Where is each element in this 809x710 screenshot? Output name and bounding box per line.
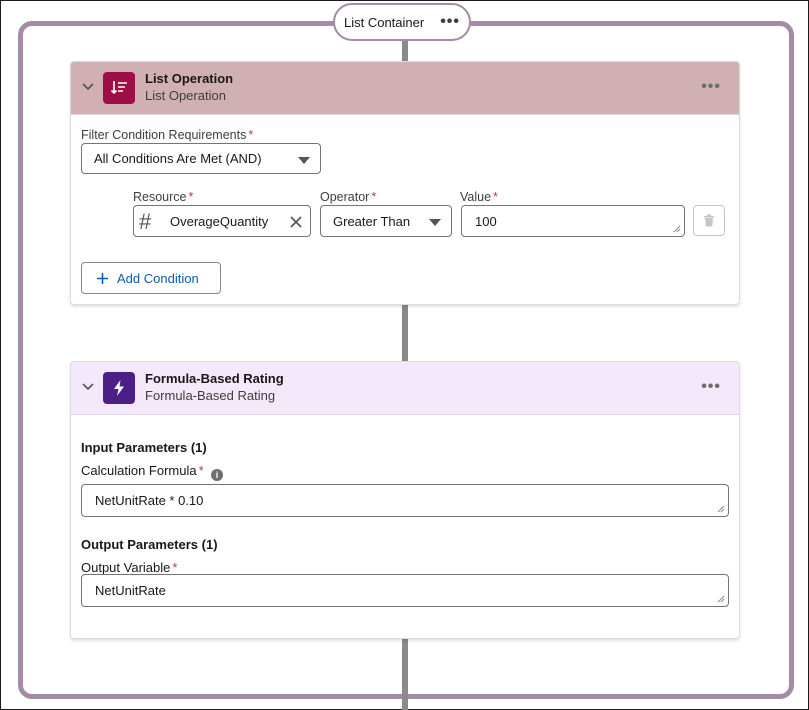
chevron-down-icon[interactable] (81, 79, 95, 93)
output-parameters-heading: Output Parameters (1) (81, 537, 218, 552)
value-input[interactable]: 100 (461, 205, 685, 237)
calculation-formula-value: NetUnitRate * 0.10 (95, 493, 204, 508)
connector-top (402, 40, 408, 62)
chevron-down-icon[interactable] (81, 379, 95, 393)
list-operation-subtitle: List Operation (145, 88, 226, 103)
filter-requirements-label-text: Filter Condition Requirements (81, 128, 247, 142)
plus-icon (97, 272, 108, 284)
trash-icon (704, 214, 714, 227)
list-container-pill[interactable]: List Container ••• (333, 3, 471, 41)
required-mark: * (371, 190, 377, 204)
operator-value: Greater Than (333, 213, 411, 229)
resource-label-text: Resource (133, 190, 187, 204)
formula-rating-menu-icon[interactable]: ••• (701, 378, 721, 396)
operator-select[interactable]: Greater Than (320, 205, 452, 237)
calculation-formula-label: Calculation Formula * (81, 463, 204, 478)
resize-grip-icon[interactable] (673, 225, 681, 233)
value-label-text: Value (460, 190, 492, 204)
calculation-formula-input[interactable]: NetUnitRate * 0.10 (81, 484, 729, 517)
required-mark: * (172, 560, 178, 575)
list-operation-header[interactable]: List Operation List Operation ••• (71, 62, 739, 115)
formula-rating-icon (103, 372, 135, 404)
number-type-icon: # (139, 209, 152, 234)
required-mark: * (188, 190, 194, 204)
filter-requirements-value: All Conditions Are Met (AND) (94, 151, 262, 166)
filter-list-icon (110, 81, 127, 95)
list-operation-menu-icon[interactable]: ••• (701, 78, 721, 96)
filter-requirements-label: Filter Condition Requirements * (81, 128, 253, 142)
output-variable-value: NetUnitRate (95, 583, 166, 598)
formula-rating-subtitle: Formula-Based Rating (145, 388, 276, 403)
formula-rating-card: Formula-Based Rating Formula-Based Ratin… (70, 361, 740, 639)
clear-icon[interactable] (290, 216, 302, 228)
calculation-formula-label-text: Calculation Formula (81, 463, 197, 478)
add-condition-button[interactable]: Add Condition (81, 262, 221, 294)
required-mark: * (198, 463, 204, 478)
delete-condition-button[interactable] (693, 205, 725, 236)
operator-label-text: Operator (320, 190, 370, 204)
info-icon[interactable]: i (211, 469, 223, 481)
output-variable-label-text: Output Variable (81, 560, 171, 575)
chevron-down-icon (298, 157, 310, 164)
operator-label: Operator * (320, 190, 376, 204)
resize-grip-icon[interactable] (717, 505, 725, 513)
value-value: 100 (475, 213, 497, 229)
resize-grip-icon[interactable] (717, 595, 725, 603)
resource-input[interactable]: # OverageQuantity (133, 205, 311, 237)
filter-requirements-select[interactable]: All Conditions Are Met (AND) (81, 143, 321, 174)
chevron-down-icon (429, 219, 441, 226)
list-container-menu-icon[interactable]: ••• (440, 14, 460, 30)
list-operation-title: List Operation (145, 71, 234, 86)
output-variable-label: Output Variable * (81, 560, 177, 575)
formula-rating-header[interactable]: Formula-Based Rating Formula-Based Ratin… (71, 362, 739, 415)
value-label: Value * (460, 190, 498, 204)
list-operation-icon (103, 72, 135, 104)
connector-middle (402, 304, 408, 362)
resource-value: OverageQuantity (170, 214, 269, 229)
formula-rating-title: Formula-Based Rating (145, 371, 284, 386)
connector-bottom (402, 637, 408, 710)
required-mark: * (493, 190, 498, 204)
list-operation-card: List Operation List Operation ••• Filter… (70, 61, 740, 305)
required-mark: * (248, 128, 254, 142)
add-condition-label: Add Condition (117, 270, 199, 286)
lightning-icon (114, 380, 124, 396)
input-parameters-heading: Input Parameters (1) (81, 440, 207, 455)
resource-label: Resource * (133, 190, 193, 204)
list-container-label: List Container (343, 14, 425, 30)
output-variable-input[interactable]: NetUnitRate (81, 574, 729, 607)
